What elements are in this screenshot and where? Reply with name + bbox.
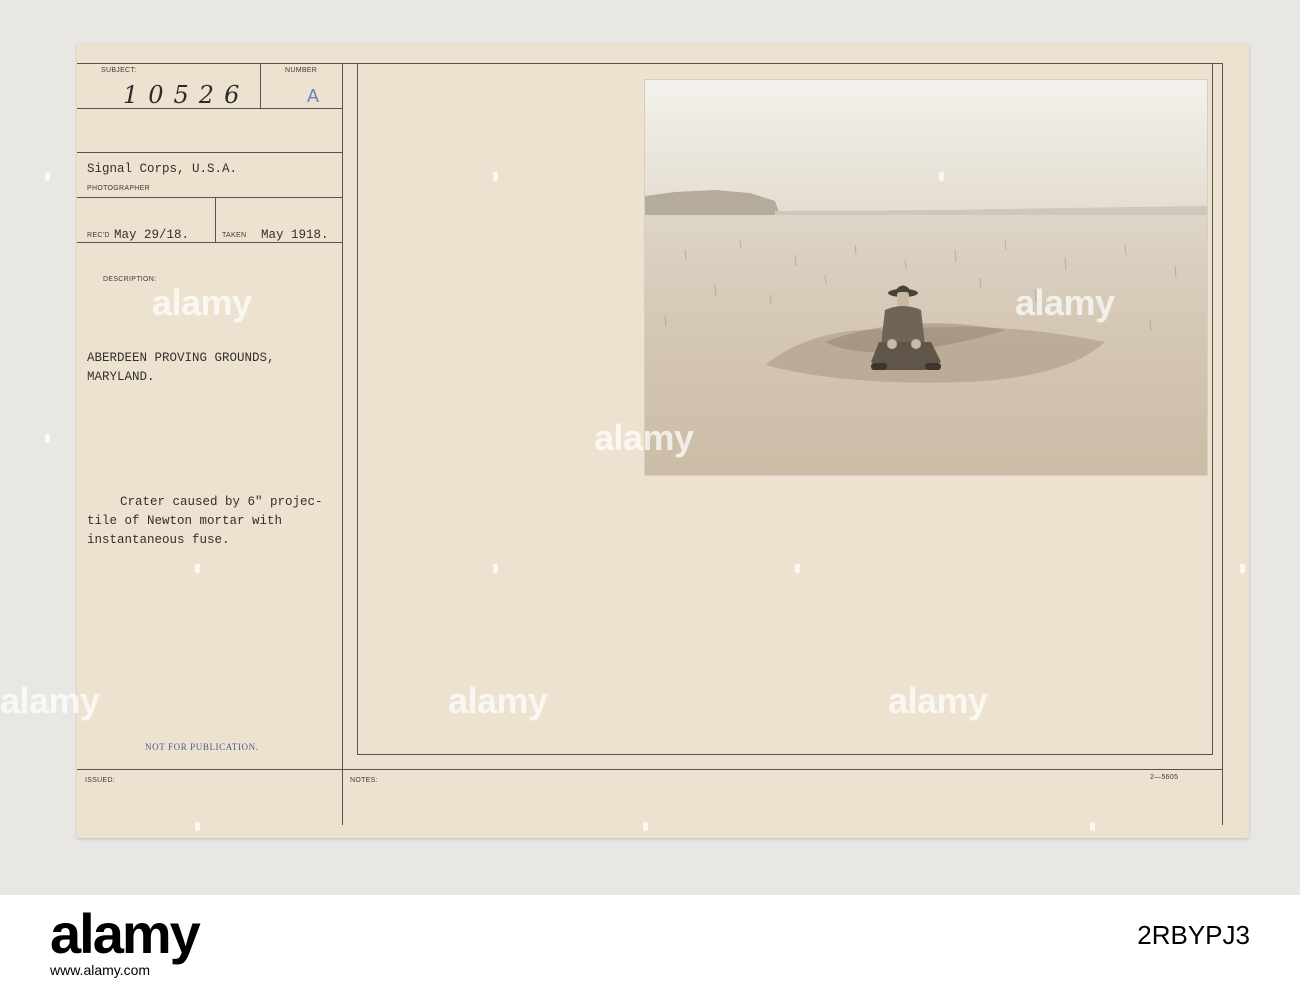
mounted-photograph — [645, 80, 1207, 475]
form-number: 2—5605 — [1150, 774, 1179, 781]
subject-number: 10526 — [123, 81, 250, 109]
location-line-1: ABERDEEN PROVING GROUNDS, — [87, 351, 275, 365]
watermark-4: alamy — [0, 680, 100, 721]
watermark-dot — [643, 822, 648, 831]
watermark-dot — [795, 564, 800, 573]
watermark-3: alamy — [594, 417, 694, 458]
recd-value: May 29/18. — [114, 228, 190, 242]
footer-url: www.alamy.com — [50, 962, 151, 978]
notes-box-left — [357, 63, 358, 755]
notes-box-right — [1212, 63, 1213, 755]
caption-line-1: Crater caused by 6" projec- — [120, 495, 323, 509]
location-line-2: MARYLAND. — [87, 370, 155, 384]
photographer-label: PHOTOGRAPHER — [87, 185, 150, 192]
subject-label: SUBJECT: — [101, 67, 137, 74]
subject-letter: A — [307, 86, 320, 106]
issued-rule — [77, 769, 1222, 770]
recd-taken-divider — [215, 197, 216, 242]
watermark-dot — [45, 172, 50, 181]
image-id: 2RBYPJ3 — [1137, 920, 1250, 950]
description-label: DESCRIPTION: — [103, 276, 157, 283]
left-column-divider — [342, 63, 343, 825]
number-label: NUMBER — [285, 67, 318, 74]
watermark-dot — [195, 564, 200, 573]
watermark-dot — [45, 434, 50, 443]
watermark-6: alamy — [888, 680, 988, 721]
watermark-5: alamy — [448, 680, 548, 721]
taken-value: May 1918. — [261, 228, 329, 242]
watermark-dot — [493, 172, 498, 181]
watermark-dot — [939, 172, 944, 181]
field-scene — [645, 80, 1207, 475]
not-for-publication-stamp: NOT FOR PUBLICATION. — [145, 742, 259, 752]
photographer-rule — [77, 152, 342, 153]
watermark-1: alamy — [152, 282, 252, 323]
watermark-2: alamy — [1015, 282, 1115, 323]
watermark-dot — [1090, 822, 1095, 831]
watermark-dot — [1240, 564, 1245, 573]
notes-label: NOTES: — [350, 777, 378, 784]
watermark-dot — [493, 564, 498, 573]
alamy-logo: alamy — [50, 902, 201, 965]
notes-box-bottom — [357, 754, 1213, 755]
photographer-value: Signal Corps, U.S.A. — [87, 162, 238, 176]
caption-line-3: instantaneous fuse. — [87, 533, 230, 547]
caption-line-2: tile of Newton mortar with — [87, 514, 283, 528]
recd-rule-bottom — [77, 197, 342, 198]
issued-label: ISSUED: — [85, 777, 116, 784]
recd-label: REC'D — [87, 232, 110, 239]
card-frame-top-rule — [77, 63, 1222, 64]
subject-divider — [260, 63, 261, 109]
card-frame-right-rule — [1222, 63, 1223, 825]
taken-label: TAKEN — [222, 232, 247, 239]
watermark-dot — [195, 822, 200, 831]
